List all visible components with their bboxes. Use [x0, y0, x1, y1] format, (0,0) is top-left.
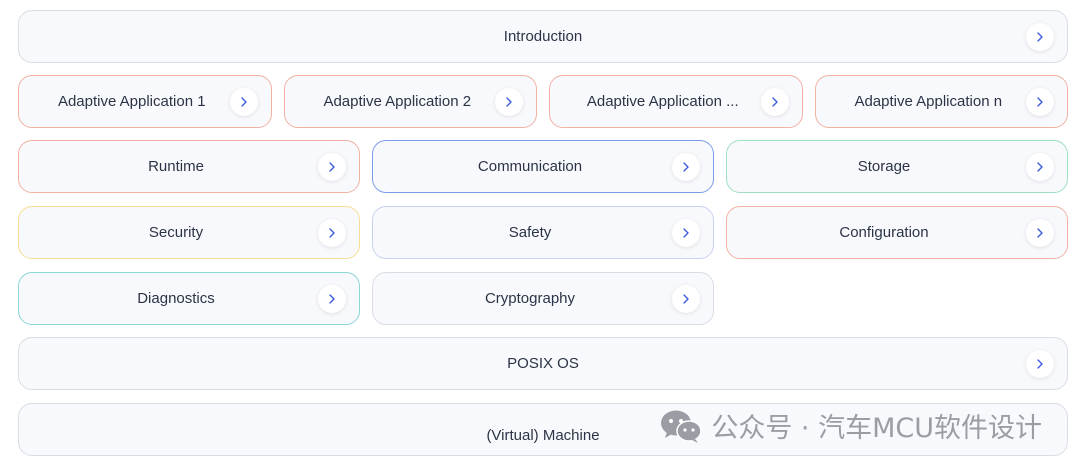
watermark-text: 公众号 · 汽车MCU软件设计 [711, 413, 1042, 444]
card-storage[interactable]: Storage [726, 140, 1068, 193]
chevron-right-icon[interactable] [672, 284, 700, 313]
card-label: Configuration [839, 224, 929, 241]
card-label: Security [148, 224, 204, 241]
card-adaptive-application-ellipsis[interactable]: Adaptive Application ... [549, 75, 803, 128]
card-adaptive-application-1[interactable]: Adaptive Application 1 [18, 75, 272, 128]
chevron-right-icon[interactable] [495, 87, 523, 116]
chevron-right-icon[interactable] [1026, 218, 1054, 247]
chevron-right-icon[interactable] [1026, 349, 1054, 378]
chevron-right-icon[interactable] [1026, 22, 1054, 51]
card-label: Communication [477, 158, 583, 175]
card-posix-os[interactable]: POSIX OS [18, 337, 1068, 390]
card-label: Diagnostics [137, 290, 215, 307]
card-label: Cryptography [484, 290, 576, 307]
row-services-3: Diagnostics Cryptography [18, 272, 1068, 325]
card-configuration[interactable]: Configuration [726, 206, 1068, 259]
chevron-right-icon[interactable] [1026, 87, 1054, 116]
row-introduction: Introduction [18, 10, 1068, 63]
card-label: Safety [508, 224, 552, 241]
chevron-right-icon[interactable] [318, 218, 346, 247]
row-services-2: Security Safety Configuration [18, 206, 1068, 259]
card-label: Adaptive Application n [854, 93, 1003, 110]
card-cryptography[interactable]: Cryptography [372, 272, 714, 325]
card-label: Adaptive Application 2 [323, 93, 472, 110]
row-posix-os: POSIX OS [18, 337, 1068, 390]
chevron-right-icon[interactable] [1026, 152, 1054, 181]
card-safety[interactable]: Safety [372, 206, 714, 259]
card-runtime[interactable]: Runtime [18, 140, 360, 193]
card-label: Runtime [148, 158, 204, 175]
card-adaptive-application-2[interactable]: Adaptive Application 2 [283, 75, 537, 128]
watermark: 公众号 · 汽车MCU软件设计 [655, 404, 1046, 447]
card-adaptive-application-n[interactable]: Adaptive Application n [814, 75, 1068, 128]
chevron-right-icon[interactable] [760, 87, 789, 116]
chevron-right-icon[interactable] [318, 152, 346, 181]
row-services-1: Runtime Communication Storage [18, 140, 1068, 193]
card-diagnostics[interactable]: Diagnostics [18, 272, 360, 325]
card-label: Storage [857, 158, 911, 175]
card-label: Adaptive Application 1 [57, 93, 206, 110]
card-label: POSIX OS [507, 355, 579, 372]
row-adaptive-applications: Adaptive Application 1 Adaptive Applicat… [18, 75, 1068, 128]
chevron-right-icon[interactable] [229, 87, 258, 116]
card-label: (Virtual) Machine [486, 427, 600, 444]
card-security[interactable]: Security [18, 206, 360, 259]
wechat-icon [661, 410, 703, 443]
card-label: Introduction [503, 28, 583, 45]
chevron-right-icon[interactable] [672, 152, 700, 181]
chevron-right-icon[interactable] [672, 218, 700, 247]
card-communication[interactable]: Communication [372, 140, 714, 193]
chevron-right-icon[interactable] [318, 284, 346, 313]
card-label: Adaptive Application ... [586, 93, 739, 110]
card-introduction[interactable]: Introduction [18, 10, 1068, 63]
